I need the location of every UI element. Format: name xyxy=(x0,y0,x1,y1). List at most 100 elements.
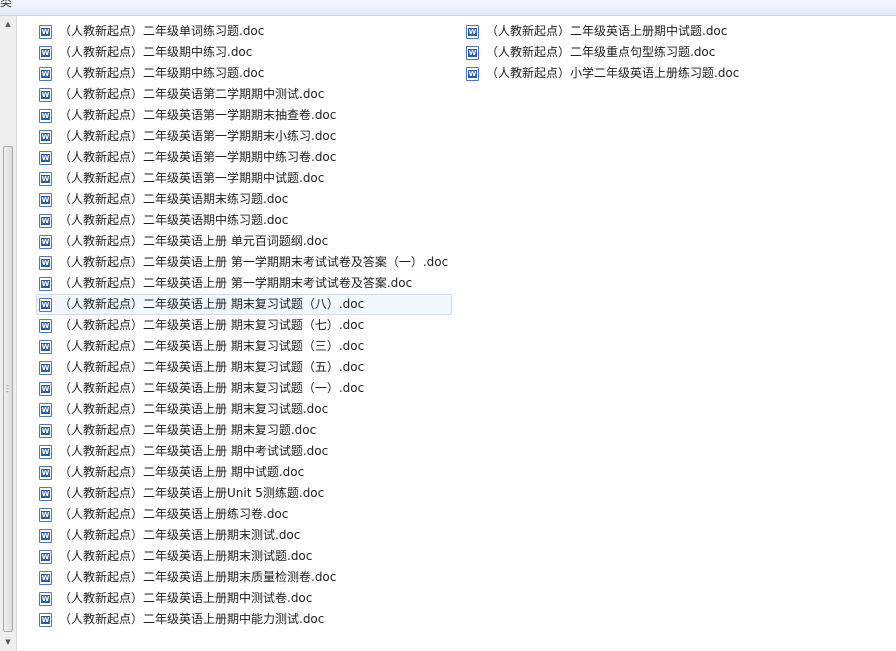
word-doc-icon xyxy=(39,318,52,333)
word-doc-icon xyxy=(39,465,52,480)
file-item[interactable]: （人教新起点）二年级英语期末练习题.doc xyxy=(36,189,452,210)
file-name: （人教新起点）二年级英语第一学期期中练习卷.doc xyxy=(59,150,337,164)
file-item[interactable]: （人教新起点）二年级英语上册 第一学期期末考试试卷及答案（一）.doc xyxy=(36,252,452,273)
scroll-down-button[interactable]: ▼ xyxy=(0,634,16,651)
file-item[interactable]: （人教新起点）二年级英语上册期中测试卷.doc xyxy=(36,588,452,609)
grip-icon: --- xyxy=(6,381,9,396)
file-item[interactable]: （人教新起点）二年级英语上册 第一学期期末考试试卷及答案.doc xyxy=(36,273,452,294)
file-name: （人教新起点）二年级英语期末练习题.doc xyxy=(59,192,289,206)
file-name: （人教新起点）二年级单词练习题.doc xyxy=(59,24,265,38)
file-name: （人教新起点）二年级英语上册期末测试题.doc xyxy=(59,549,313,563)
word-doc-icon xyxy=(39,570,52,585)
file-name: （人教新起点）二年级英语上册 期中考试试题.doc xyxy=(59,444,329,458)
word-doc-icon xyxy=(39,507,52,522)
word-doc-icon xyxy=(466,45,479,60)
word-doc-icon xyxy=(39,549,52,564)
file-item[interactable]: （人教新起点）二年级英语上册期中能力测试.doc xyxy=(36,609,452,630)
file-name: （人教新起点）二年级英语上册 第一学期期末考试试卷及答案.doc xyxy=(59,276,413,290)
file-name: （人教新起点）二年级英语上册 期末复习试题（一）.doc xyxy=(59,381,365,395)
file-name: （人教新起点）二年级期中练习.doc xyxy=(59,45,253,59)
word-doc-icon xyxy=(39,612,52,627)
word-doc-icon xyxy=(39,171,52,186)
file-item[interactable]: （人教新起点）二年级英语第一学期期中练习卷.doc xyxy=(36,147,452,168)
word-doc-icon xyxy=(39,24,52,39)
word-doc-icon xyxy=(39,423,52,438)
scroll-thumb[interactable]: --- xyxy=(3,146,13,632)
file-item[interactable]: （人教新起点）二年级单词练习题.doc xyxy=(36,21,452,42)
file-name: （人教新起点）小学二年级英语上册练习题.doc xyxy=(486,66,740,80)
file-item[interactable]: （人教新起点）二年级英语上册 期中试题.doc xyxy=(36,462,452,483)
arrow-up-icon: ▲ xyxy=(5,20,11,28)
file-name: （人教新起点）二年级英语上册期末质量检测卷.doc xyxy=(59,570,337,584)
file-name: （人教新起点）二年级英语上册 单元百词题纲.doc xyxy=(59,234,329,248)
word-doc-icon xyxy=(39,150,52,165)
word-doc-icon xyxy=(39,213,52,228)
file-name: （人教新起点）二年级英语第二学期期中测试.doc xyxy=(59,87,325,101)
file-name: （人教新起点）二年级英语上册 期末复习试题.doc xyxy=(59,402,329,416)
file-name: （人教新起点）二年级英语上册期末测试.doc xyxy=(59,528,301,542)
file-item[interactable]: （人教新起点）二年级期中练习.doc xyxy=(36,42,452,63)
file-name: （人教新起点）二年级英语上册期中试题.doc xyxy=(486,24,728,38)
file-name: （人教新起点）二年级英语上册 期末复习题.doc xyxy=(59,423,317,437)
file-name: （人教新起点）二年级英语上册 期中试题.doc xyxy=(59,465,305,479)
scroll-up-button[interactable]: ▲ xyxy=(0,16,16,33)
word-doc-icon xyxy=(39,339,52,354)
word-doc-icon xyxy=(39,591,52,606)
file-name: （人教新起点）二年级英语上册期中测试卷.doc xyxy=(59,591,313,605)
file-name: （人教新起点）二年级英语上册 期末复习试题（七）.doc xyxy=(59,318,365,332)
file-name: （人教新起点）二年级英语期中练习题.doc xyxy=(59,213,289,227)
vertical-scrollbar[interactable]: ▲ --- ▼ xyxy=(0,16,17,651)
file-item[interactable]: （人教新起点）二年级英语上册 期末复习试题（七）.doc xyxy=(36,315,452,336)
file-name: （人教新起点）二年级英语上册 期末复习试题（五）.doc xyxy=(59,360,365,374)
file-item[interactable]: （人教新起点）二年级英语上册期末测试.doc xyxy=(36,525,452,546)
file-list-column-right: （人教新起点）二年级英语上册期中试题.doc （人教新起点）二年级重点句型练习题.… xyxy=(463,21,743,84)
file-item[interactable]: （人教新起点）二年级英语第一学期期中试题.doc xyxy=(36,168,452,189)
file-name: （人教新起点）二年级英语第一学期期末抽查卷.doc xyxy=(59,108,337,122)
word-doc-icon xyxy=(39,276,52,291)
file-item[interactable]: （人教新起点）二年级英语第一学期期末抽查卷.doc xyxy=(36,105,452,126)
word-doc-icon xyxy=(466,24,479,39)
file-item[interactable]: （人教新起点）二年级英语上册期中试题.doc xyxy=(463,21,743,42)
file-item[interactable]: （人教新起点）二年级英语上册 单元百词题纲.doc xyxy=(36,231,452,252)
file-item[interactable]: （人教新起点）二年级英语上册 期末复习试题（八）.doc xyxy=(36,294,453,315)
file-item[interactable]: （人教新起点）二年级英语上册 期末复习试题（三）.doc xyxy=(36,336,452,357)
word-doc-icon xyxy=(39,108,52,123)
file-name: （人教新起点）二年级英语上册 期末复习试题（八）.doc xyxy=(59,297,365,311)
word-doc-icon xyxy=(39,381,52,396)
file-name: （人教新起点）二年级英语上册 第一学期期末考试试卷及答案（一）.doc xyxy=(59,255,449,269)
file-item[interactable]: （人教新起点）二年级期中练习题.doc xyxy=(36,63,452,84)
window-top-bar: 类 xyxy=(0,0,896,16)
file-item[interactable]: （人教新起点）二年级英语第一学期期末小练习.doc xyxy=(36,126,452,147)
word-doc-icon xyxy=(39,129,52,144)
file-name: （人教新起点）二年级英语上册 期末复习试题（三）.doc xyxy=(59,339,365,353)
file-item[interactable]: （人教新起点）二年级英语上册Unit 5测练题.doc xyxy=(36,483,452,504)
word-doc-icon xyxy=(39,402,52,417)
top-bar-label: 类 xyxy=(0,0,13,9)
word-doc-icon xyxy=(466,66,479,81)
file-list-column-left: （人教新起点）二年级单词练习题.doc （人教新起点）二年级期中练习.doc （人教… xyxy=(36,21,453,630)
file-item[interactable]: （人教新起点）二年级英语上册练习卷.doc xyxy=(36,504,452,525)
file-item[interactable]: （人教新起点）二年级英语上册 期末复习试题.doc xyxy=(36,399,452,420)
word-doc-icon xyxy=(39,66,52,81)
file-item[interactable]: （人教新起点）二年级英语上册 期末复习试题（一）.doc xyxy=(36,378,452,399)
file-item[interactable]: （人教新起点）二年级重点句型练习题.doc xyxy=(463,42,743,63)
file-name: （人教新起点）二年级英语第一学期期中试题.doc xyxy=(59,171,325,185)
file-item[interactable]: （人教新起点）二年级英语上册 期末复习试题（五）.doc xyxy=(36,357,452,378)
word-doc-icon xyxy=(39,45,52,60)
word-doc-icon xyxy=(39,444,52,459)
file-item[interactable]: （人教新起点）二年级英语上册期末测试题.doc xyxy=(36,546,452,567)
file-name: （人教新起点）二年级英语上册期中能力测试.doc xyxy=(59,612,325,626)
file-item[interactable]: （人教新起点）二年级英语上册 期中考试试题.doc xyxy=(36,441,452,462)
word-doc-icon xyxy=(39,192,52,207)
arrow-down-icon: ▼ xyxy=(5,638,11,646)
word-doc-icon xyxy=(39,234,52,249)
file-name: （人教新起点）二年级期中练习题.doc xyxy=(59,66,265,80)
file-item[interactable]: （人教新起点）小学二年级英语上册练习题.doc xyxy=(463,63,743,84)
file-name: （人教新起点）二年级重点句型练习题.doc xyxy=(486,45,716,59)
file-item[interactable]: （人教新起点）二年级英语上册期末质量检测卷.doc xyxy=(36,567,452,588)
file-item[interactable]: （人教新起点）二年级英语期中练习题.doc xyxy=(36,210,452,231)
file-item[interactable]: （人教新起点）二年级英语第二学期期中测试.doc xyxy=(36,84,452,105)
word-doc-icon xyxy=(39,360,52,375)
file-item[interactable]: （人教新起点）二年级英语上册 期末复习题.doc xyxy=(36,420,452,441)
word-doc-icon xyxy=(39,87,52,102)
